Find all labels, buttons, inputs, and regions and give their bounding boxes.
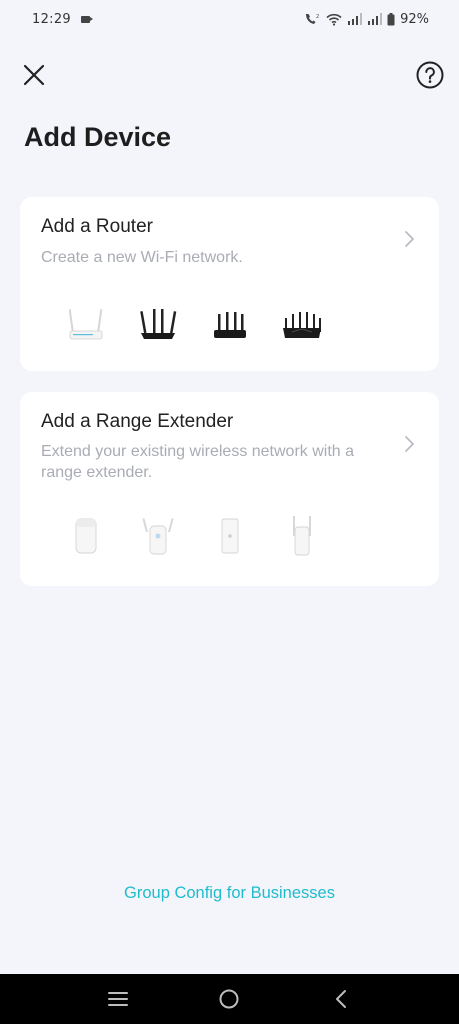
add-range-extender-card[interactable]: Add a Range Extender Extend your existin… [20, 392, 439, 586]
add-router-card[interactable]: Add a Router Create a new Wi-Fi network. [20, 197, 439, 371]
video-record-icon [80, 15, 93, 23]
extender-white-box-image [50, 516, 122, 556]
page-title: Add Device [24, 122, 172, 152]
svg-text:2: 2 [316, 14, 319, 20]
home-icon [219, 989, 239, 1009]
close-icon [23, 64, 45, 86]
add-router-title: Add a Router [41, 216, 153, 237]
home-button[interactable] [209, 979, 249, 1019]
group-config-link[interactable]: Group Config for Businesses [0, 884, 459, 903]
status-icons: 2 92% [304, 12, 429, 27]
battery-icon [387, 12, 395, 25]
chevron-right-icon [405, 231, 414, 247]
extender-white-flat-image [194, 516, 266, 556]
wifi-icon [326, 13, 342, 26]
top-bar [20, 58, 445, 94]
add-router-description: Create a new Wi-Fi network. [41, 249, 243, 266]
wifi-calling-icon: 2 [306, 14, 319, 24]
status-bar: 12:29 2 92% [0, 0, 459, 38]
router-white-antennas-image [50, 305, 122, 345]
extender-white-side-antennas-image [266, 516, 338, 556]
recents-button[interactable] [98, 979, 138, 1019]
signal-icon-sim2 [368, 13, 383, 25]
extender-white-antennas-image [122, 516, 194, 556]
router-black-compact-image [194, 305, 266, 345]
system-nav-bar [0, 974, 459, 1024]
add-range-extender-title: Add a Range Extender [41, 411, 234, 432]
router-device-images [50, 305, 338, 345]
signal-icon-sim1 [348, 13, 363, 25]
help-circle-icon [416, 61, 444, 89]
add-range-extender-description: Extend your existing wireless network wi… [41, 443, 355, 481]
router-black-4-antennas-image [122, 305, 194, 345]
battery-percent: 92% [400, 11, 429, 27]
extender-device-images [50, 516, 338, 556]
chevron-right-icon [405, 436, 414, 452]
help-button[interactable] [415, 58, 445, 92]
back-icon [336, 990, 347, 1008]
close-button[interactable] [20, 58, 48, 92]
recents-icon [107, 992, 128, 1006]
back-button[interactable] [321, 979, 361, 1019]
router-black-6-antennas-image [266, 305, 338, 345]
status-time: 12:29 [32, 11, 71, 27]
